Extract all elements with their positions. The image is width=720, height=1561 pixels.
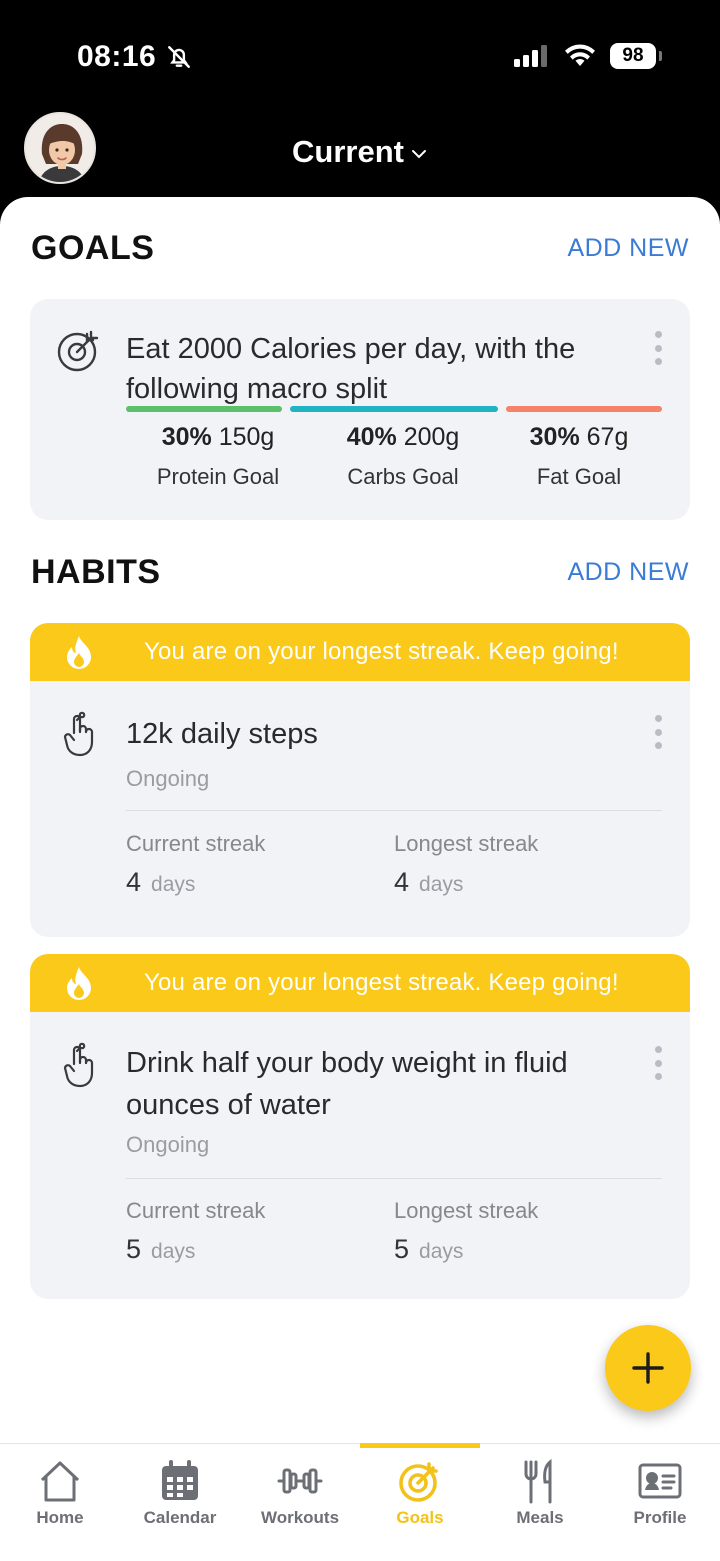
tab-calendar[interactable]: Calendar xyxy=(120,1444,240,1561)
content-sheet: GOALS ADD NEW Eat 2000 Calories per day,… xyxy=(0,197,720,1443)
macro-fat: 30% 67g Fat Goal xyxy=(496,423,662,490)
macro-carbs: 40% 200g Carbs Goal xyxy=(310,423,496,490)
streak-message: You are on your longest streak. Keep goi… xyxy=(144,638,619,665)
goal-description: Eat 2000 Calories per day, with the foll… xyxy=(126,333,576,405)
goals-header: GOALS ADD NEW xyxy=(31,229,689,268)
current-streak-value: 4 xyxy=(126,867,142,897)
status-bar: 08:16 98 xyxy=(0,0,720,110)
habit-more-menu[interactable] xyxy=(654,715,662,749)
bell-slash-icon xyxy=(168,46,191,68)
wifi-icon xyxy=(565,44,595,66)
add-fab-button[interactable] xyxy=(605,1325,691,1411)
home-icon xyxy=(40,1461,80,1502)
macro-percent: 30% xyxy=(529,423,580,451)
add-habit-button[interactable]: ADD NEW xyxy=(567,558,689,587)
streak-unit: days xyxy=(151,1240,196,1263)
macro-grams: 67g xyxy=(586,423,629,451)
plan-selector[interactable]: Current xyxy=(0,134,720,170)
protein-bar xyxy=(126,406,282,412)
target-icon xyxy=(399,1462,438,1502)
current-streak-label: Current streak xyxy=(126,831,266,856)
signal-icon xyxy=(514,45,547,67)
tab-label: Calendar xyxy=(143,1508,217,1527)
carbs-bar xyxy=(290,406,498,412)
macro-label: Protein Goal xyxy=(156,464,280,489)
streak-message: You are on your longest streak. Keep goi… xyxy=(144,969,619,996)
macro-list: 30% 150g Protein Goal 40% 200g Carbs Goa… xyxy=(126,423,662,490)
longest-streak-label: Longest streak xyxy=(394,831,539,856)
tab-label: Goals xyxy=(396,1508,444,1527)
habit-card[interactable]: 12k daily steps Ongoing Current streak 4… xyxy=(30,681,690,937)
macro-grams: 150g xyxy=(218,423,275,451)
habit-status: Ongoing xyxy=(126,1132,210,1157)
dumbbell-icon xyxy=(277,1468,323,1494)
current-streak-value: 5 xyxy=(126,1234,142,1264)
id-card-icon xyxy=(638,1463,682,1499)
clock-text: 08:16 xyxy=(77,40,157,73)
current-streak-label: Current streak xyxy=(126,1198,266,1223)
fork-knife-icon xyxy=(524,1458,552,1504)
hand-reminder-icon xyxy=(63,1042,94,1088)
hand-reminder-icon xyxy=(63,711,94,757)
fat-bar xyxy=(506,406,662,412)
bottom-tab-bar: Home Calendar Workouts Goals Meals Profi… xyxy=(0,1443,720,1561)
flame-icon xyxy=(67,967,91,1000)
divider xyxy=(126,810,662,811)
plan-selector-label: Current xyxy=(292,134,404,169)
habit-title: Drink half your body weight in fluid oun… xyxy=(126,1047,568,1121)
tab-label: Meals xyxy=(516,1508,564,1527)
macro-percent: 40% xyxy=(346,423,397,451)
longest-streak-value: 5 xyxy=(394,1234,410,1264)
streak-unit: days xyxy=(419,873,464,896)
tab-label: Workouts xyxy=(260,1508,340,1527)
longest-streak: Longest streak 5 days xyxy=(394,1198,538,1265)
goal-more-menu[interactable] xyxy=(654,331,662,365)
add-goal-button[interactable]: ADD NEW xyxy=(567,234,689,263)
current-streak: Current streak 4 days xyxy=(126,831,265,898)
goal-card[interactable]: Eat 2000 Calories per day, with the foll… xyxy=(30,299,690,520)
habit-status: Ongoing xyxy=(126,766,210,791)
macro-split-bars xyxy=(126,406,662,412)
current-streak: Current streak 5 days xyxy=(126,1198,265,1265)
target-arrow-icon xyxy=(57,330,99,372)
macro-grams: 200g xyxy=(403,423,460,451)
streak-unit: days xyxy=(419,1240,464,1263)
habit-more-menu[interactable] xyxy=(654,1046,662,1080)
plus-icon xyxy=(632,1352,664,1384)
tab-label: Home xyxy=(36,1508,84,1527)
longest-streak-label: Longest streak xyxy=(394,1198,539,1223)
divider xyxy=(126,1178,662,1179)
macro-label: Carbs Goal xyxy=(347,464,459,489)
macro-label: Fat Goal xyxy=(536,464,622,489)
status-time: 08:16 xyxy=(77,40,192,74)
battery-indicator: 98 xyxy=(610,43,662,69)
calendar-icon xyxy=(162,1460,198,1500)
flame-icon xyxy=(67,636,91,669)
streak-unit: days xyxy=(151,873,196,896)
longest-streak: Longest streak 4 days xyxy=(394,831,538,898)
streak-banner: You are on your longest streak. Keep goi… xyxy=(30,954,690,1012)
macro-protein: 30% 150g Protein Goal xyxy=(126,423,310,490)
habits-header: HABITS ADD NEW xyxy=(31,553,689,592)
habit-title: 12k daily steps xyxy=(126,718,318,750)
tab-home[interactable]: Home xyxy=(0,1444,120,1561)
tab-label: Profile xyxy=(633,1508,687,1527)
macro-percent: 30% xyxy=(161,423,212,451)
chevron-down-icon xyxy=(411,149,426,159)
goals-title: GOALS xyxy=(31,229,155,267)
streak-banner: You are on your longest streak. Keep goi… xyxy=(30,623,690,681)
battery-level: 98 xyxy=(622,45,644,66)
tab-workouts[interactable]: Workouts xyxy=(240,1444,360,1561)
longest-streak-value: 4 xyxy=(394,867,410,897)
tab-profile[interactable]: Profile xyxy=(600,1444,720,1561)
top-header: Current xyxy=(0,110,720,198)
tab-meals[interactable]: Meals xyxy=(480,1444,600,1561)
tab-goals[interactable]: Goals xyxy=(360,1443,480,1561)
habit-card[interactable]: Drink half your body weight in fluid oun… xyxy=(30,1012,690,1299)
habits-title: HABITS xyxy=(31,553,161,591)
